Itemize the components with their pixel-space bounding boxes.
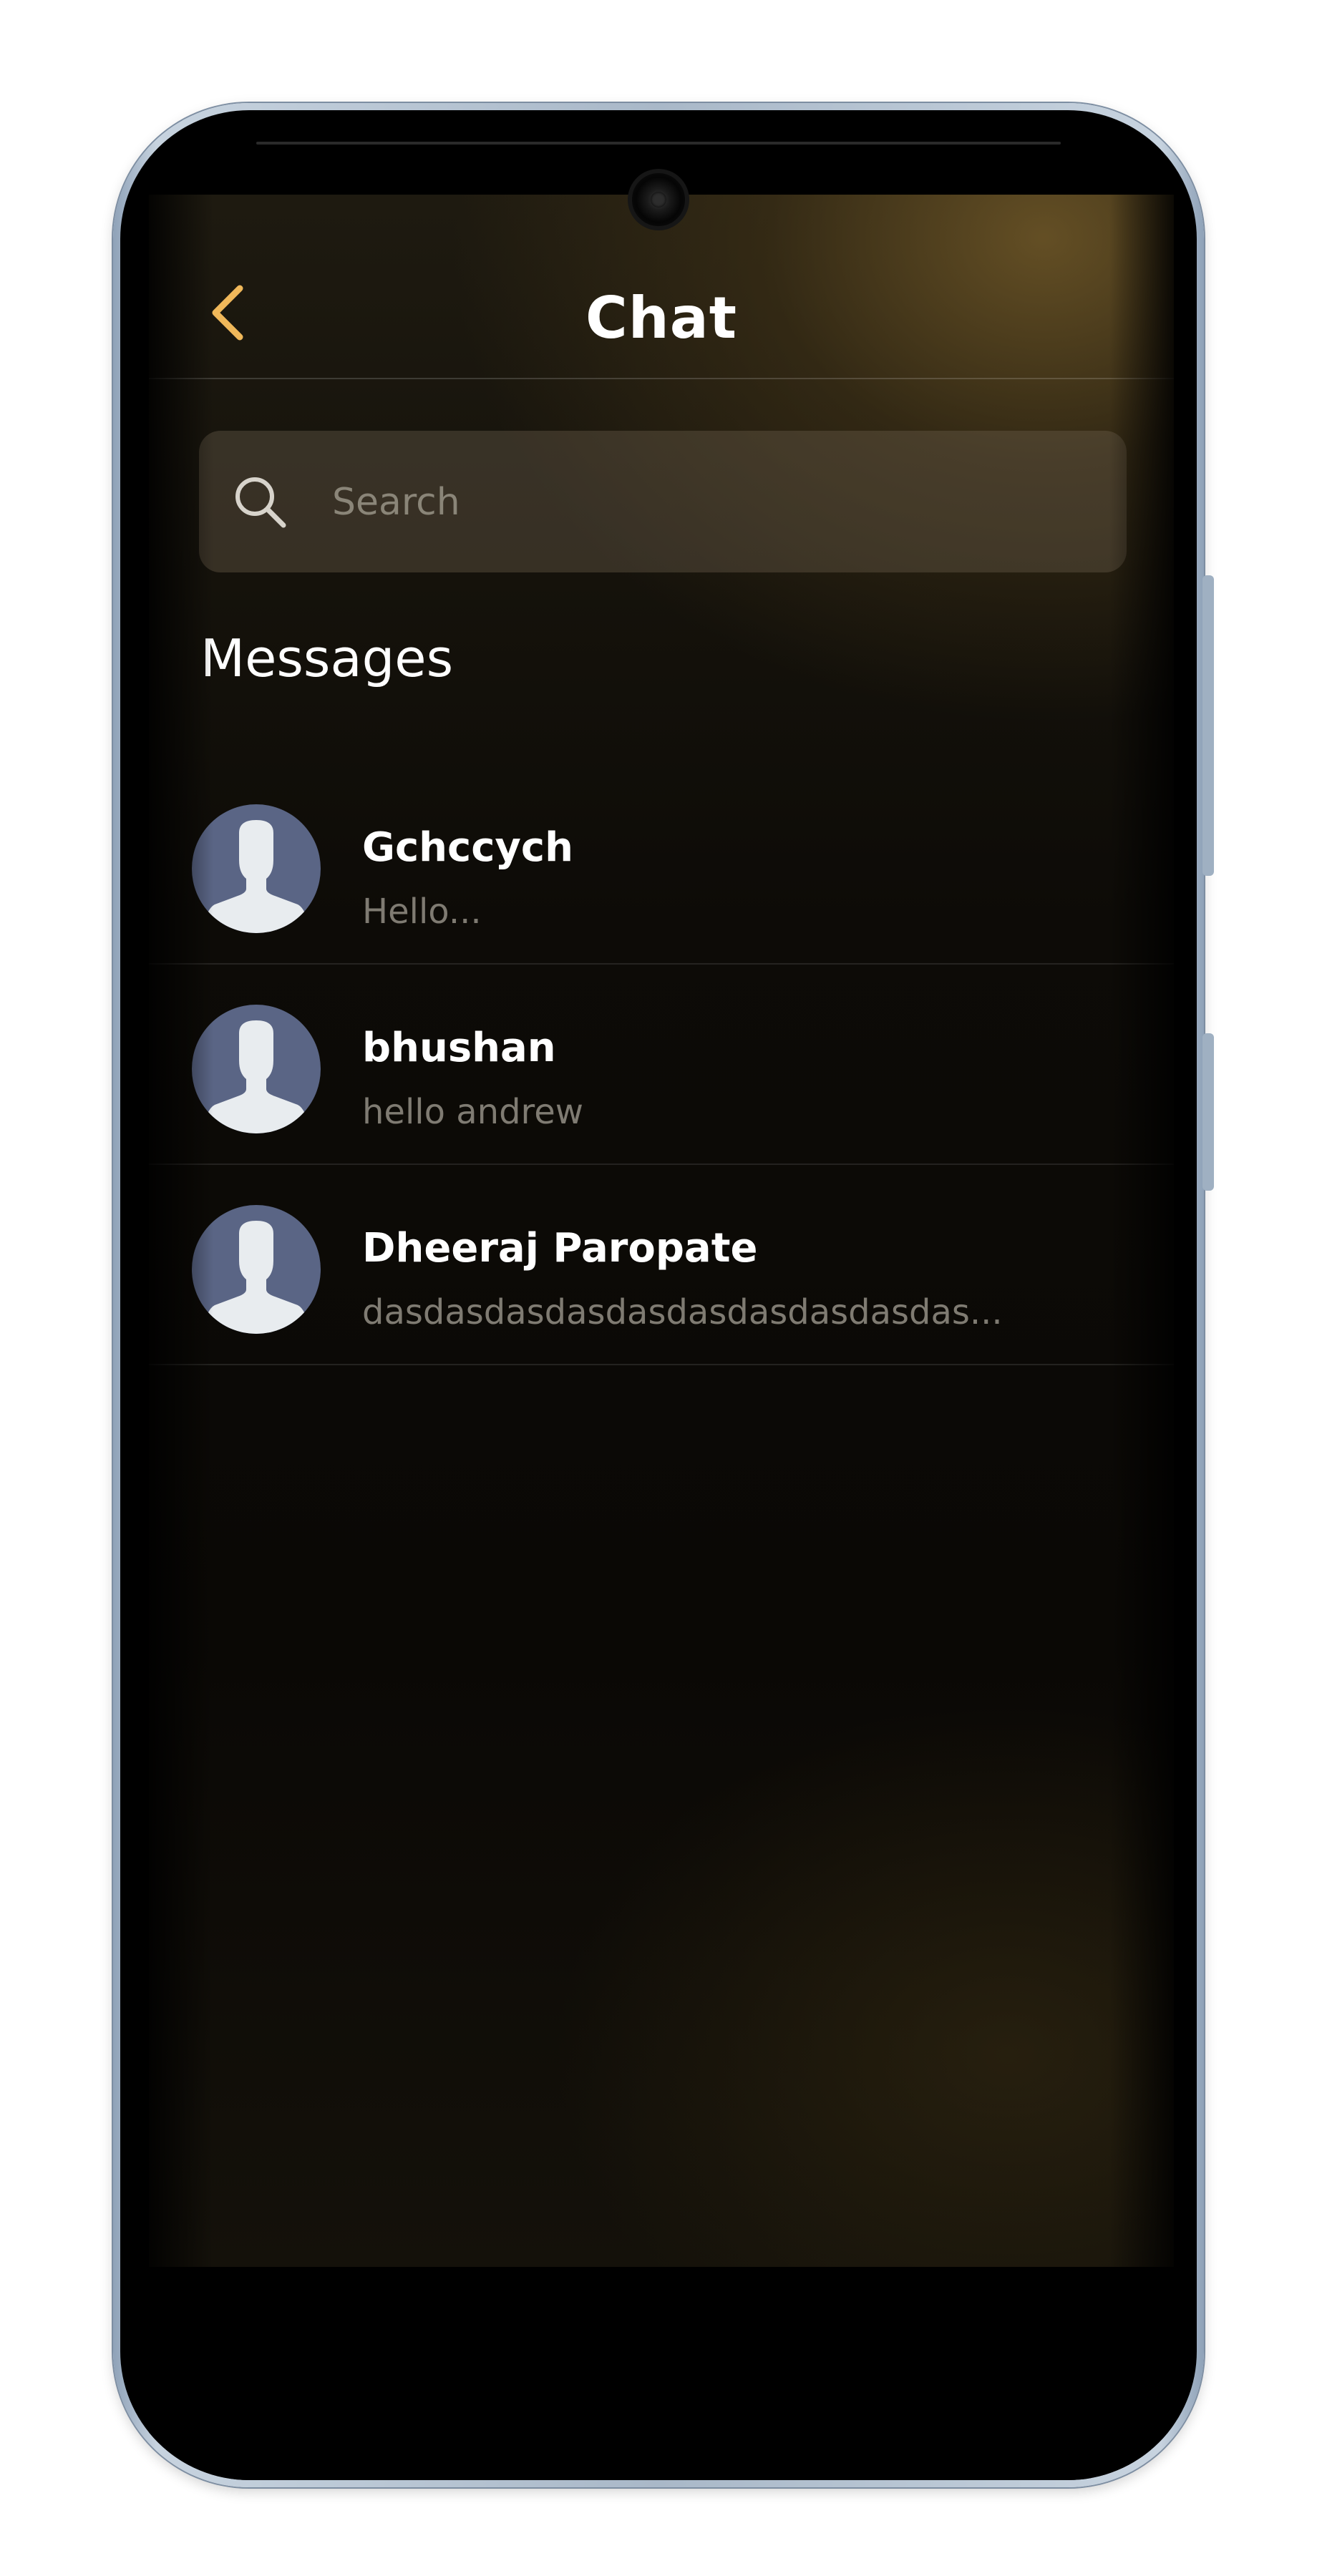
power-button xyxy=(1202,1033,1214,1191)
page-title: Chat xyxy=(585,285,737,351)
bottom-blank-area xyxy=(149,2267,1174,2480)
avatar xyxy=(192,1005,321,1133)
chat-last-message: hello andrew xyxy=(362,1092,584,1132)
volume-button xyxy=(1202,575,1214,876)
default-user-icon xyxy=(202,820,311,933)
chat-list-item[interactable]: Dheeraj Paropate dasdasdasdasdasdasdasda… xyxy=(149,1165,1174,1365)
phone-frame: Chat Messages Gchccych xyxy=(113,103,1214,2487)
search-icon xyxy=(235,477,286,528)
chat-contact-name: Dheeraj Paropate xyxy=(362,1225,758,1272)
chat-last-message: Hello... xyxy=(362,892,482,932)
default-user-icon xyxy=(202,1020,311,1133)
chat-last-message: dasdasdasdasdasdasdasdasdasdas... xyxy=(362,1292,1003,1332)
search-bar[interactable] xyxy=(199,431,1127,572)
app-screen: Chat Messages Gchccych xyxy=(149,195,1174,2267)
chat-contact-name: bhushan xyxy=(362,1025,556,1071)
search-input[interactable] xyxy=(332,474,1091,531)
phone-bezel: Chat Messages Gchccych xyxy=(120,110,1197,2480)
chat-list: Gchccych Hello... bhushan hello andrew D… xyxy=(149,764,1174,1365)
chat-contact-name: Gchccych xyxy=(362,824,573,871)
chat-list-item[interactable]: bhushan hello andrew xyxy=(149,965,1174,1165)
chat-list-item[interactable]: Gchccych Hello... xyxy=(149,764,1174,965)
default-user-icon xyxy=(202,1221,311,1334)
messages-heading: Messages xyxy=(200,628,454,688)
speaker-grille xyxy=(256,142,1061,145)
avatar xyxy=(192,804,321,933)
avatar xyxy=(192,1205,321,1334)
front-camera xyxy=(628,169,689,230)
